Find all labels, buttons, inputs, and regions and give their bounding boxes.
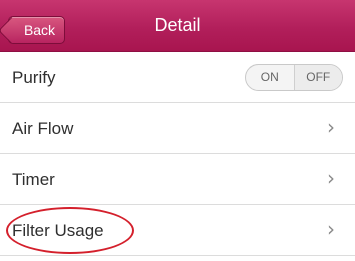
timer-label: Timer — [12, 170, 55, 189]
list-item-purify: Purify ON OFF — [0, 52, 355, 103]
purify-toggle[interactable]: ON OFF — [245, 64, 343, 91]
list-item-air-flow[interactable]: Air Flow › — [0, 103, 355, 154]
chevron-right-icon: › — [327, 166, 335, 190]
toggle-off-option[interactable]: OFF — [293, 65, 342, 90]
air-flow-label: Air Flow — [12, 119, 74, 138]
chevron-right-icon: › — [327, 115, 335, 139]
top-bar: Back Detail — [0, 0, 355, 52]
list-item-timer[interactable]: Timer › — [0, 154, 355, 205]
toggle-on-option[interactable]: ON — [246, 65, 294, 90]
page-title: Detail — [154, 15, 201, 35]
highlight-circle — [6, 207, 134, 254]
purify-label: Purify — [12, 68, 56, 87]
chevron-right-icon: › — [327, 217, 335, 241]
